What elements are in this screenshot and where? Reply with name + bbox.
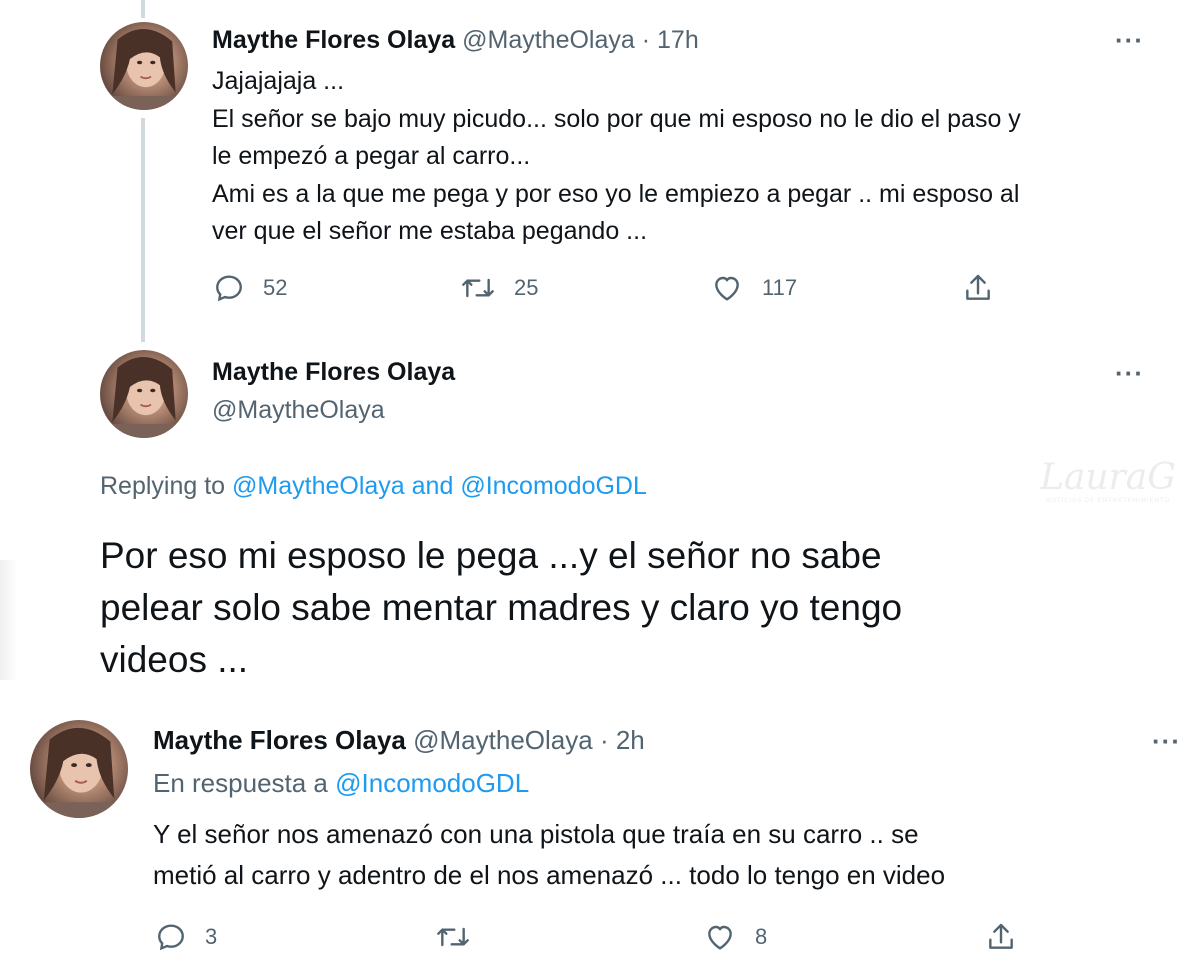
reply-icon bbox=[216, 275, 242, 302]
separator: · bbox=[641, 26, 651, 54]
tweet-text: Por eso mi esposo le pega ...y el señor … bbox=[100, 535, 903, 680]
like-count: 117 bbox=[762, 275, 798, 300]
avatar-photo bbox=[30, 727, 128, 818]
share-button[interactable] bbox=[985, 921, 1017, 953]
avatar-photo bbox=[100, 357, 188, 438]
replying-and[interactable]: and bbox=[405, 472, 461, 500]
timestamp[interactable]: 2h bbox=[616, 725, 645, 755]
watermark-text: LauraG bbox=[1040, 457, 1176, 498]
like-count: 8 bbox=[755, 924, 768, 949]
like-icon bbox=[715, 276, 739, 301]
handle[interactable]: @MaytheOlaya bbox=[413, 725, 593, 755]
watermark-subtext: NOTICIAS DE ENTRETENIMIENTO bbox=[1045, 498, 1171, 504]
tweet-text: Y el señor nos amenazó con una pistola q… bbox=[153, 819, 946, 890]
more-icon[interactable]: ··· bbox=[1115, 27, 1144, 53]
share-icon bbox=[989, 923, 1013, 949]
reply-button[interactable]: 52 bbox=[213, 272, 287, 304]
reply-icon bbox=[158, 924, 184, 951]
reply-count: 3 bbox=[205, 924, 218, 949]
handle[interactable]: @MaytheOlaya bbox=[212, 396, 385, 425]
retweet-icon bbox=[462, 278, 494, 298]
replying-prefix: Replying to bbox=[100, 472, 233, 500]
separator: · bbox=[599, 725, 609, 755]
like-button[interactable]: 117 bbox=[710, 272, 797, 304]
replying-to: En respuesta a @IncomodoGDL bbox=[153, 768, 529, 799]
like-button[interactable]: 8 bbox=[703, 921, 767, 953]
tweet-text: Jajajajaja ... El señor se bajo muy picu… bbox=[212, 67, 1021, 245]
timestamp[interactable]: 17h bbox=[657, 26, 699, 54]
mention-link[interactable]: @MaytheOlaya bbox=[232, 472, 405, 500]
tweet-header: Maythe Flores Olaya @MaytheOlaya · 2h bbox=[153, 725, 645, 756]
retweet-button[interactable]: 25 bbox=[460, 272, 538, 304]
tweet-thread-screenshot: Maythe Flores Olaya @MaytheOlaya · 17h ·… bbox=[0, 0, 1200, 966]
retweet-icon bbox=[437, 927, 469, 947]
mention-link[interactable]: @IncomodoGDL bbox=[335, 768, 529, 798]
retweet-button[interactable] bbox=[435, 921, 489, 953]
display-name[interactable]: Maythe Flores Olaya bbox=[212, 26, 455, 54]
thread-line-middle bbox=[141, 118, 145, 342]
like-icon bbox=[708, 925, 732, 950]
reply-button[interactable]: 3 bbox=[155, 921, 217, 953]
reply-count: 52 bbox=[263, 275, 288, 300]
display-name[interactable]: Maythe Flores Olaya bbox=[153, 725, 406, 755]
watermark-logo: LauraG NOTICIAS DE ENTRETENIMIENTO bbox=[1028, 457, 1188, 504]
replying-prefix: En respuesta a bbox=[153, 768, 336, 798]
more-icon[interactable]: ··· bbox=[1152, 728, 1181, 754]
more-icon[interactable]: ··· bbox=[1115, 360, 1144, 386]
avatar[interactable] bbox=[30, 720, 128, 818]
share-button[interactable] bbox=[962, 272, 994, 304]
tweet-header: Maythe Flores Olaya @MaytheOlaya · 17h bbox=[212, 26, 699, 55]
replying-to: Replying to @MaytheOlaya and @IncomodoGD… bbox=[100, 472, 647, 501]
handle[interactable]: @MaytheOlaya bbox=[462, 26, 635, 54]
retweet-count: 25 bbox=[514, 275, 539, 300]
avatar[interactable] bbox=[100, 22, 188, 110]
thread-line-top bbox=[141, 0, 145, 18]
share-icon bbox=[966, 274, 990, 300]
edge-shadow bbox=[0, 560, 18, 680]
avatar[interactable] bbox=[100, 350, 188, 438]
display-name[interactable]: Maythe Flores Olaya bbox=[212, 358, 455, 387]
avatar-photo bbox=[100, 29, 188, 110]
mention-link[interactable]: @IncomodoGDL bbox=[460, 472, 647, 500]
